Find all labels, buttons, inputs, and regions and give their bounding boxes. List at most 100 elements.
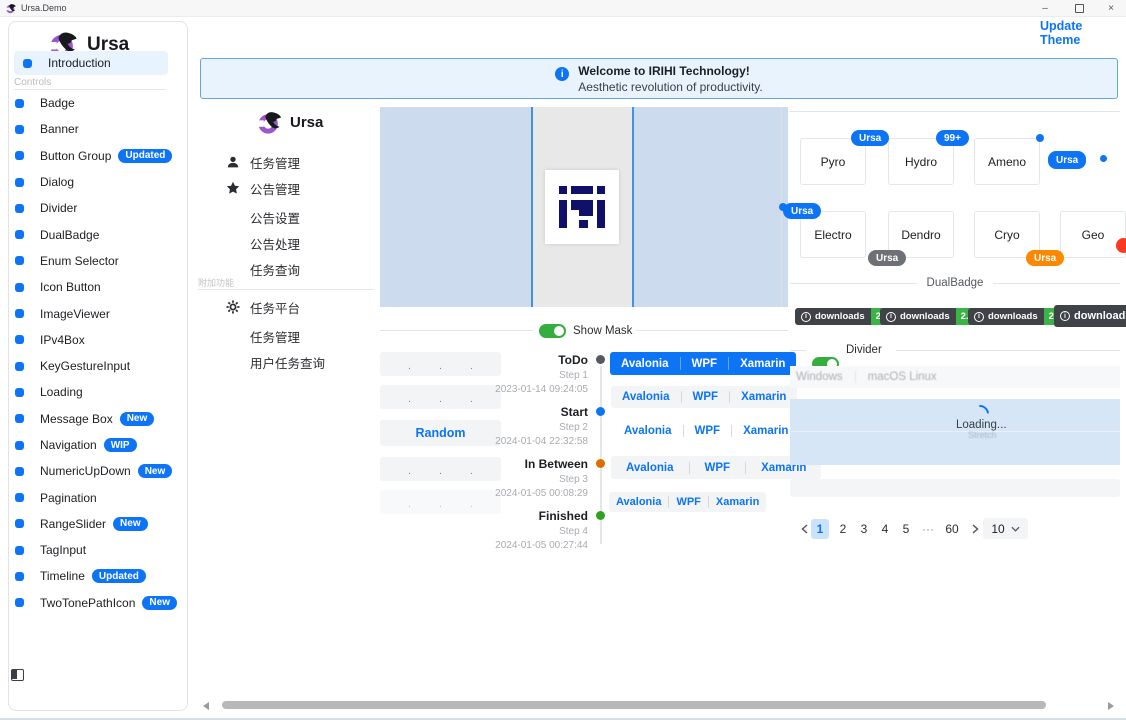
sidebar-item-navigation[interactable]: NavigationWIP [6, 432, 176, 458]
user-icon [226, 155, 240, 169]
show-mask-toggle[interactable] [539, 324, 566, 338]
card-label: Ameno [988, 155, 1026, 169]
sidebar-item-label: TwoTonePathIcon [40, 596, 135, 610]
nav-group-task-management[interactable]: 任务管理 [226, 154, 376, 170]
sidebar-item-ipv4box[interactable]: IPv4Box [6, 327, 176, 353]
ipv4-input[interactable]: ... [380, 385, 501, 409]
nav-item-user-task-query[interactable]: 用户任务查询 [250, 353, 325, 372]
pagination-page-4[interactable]: 4 [876, 519, 894, 539]
button-group-soft: Avalonia WPF Xamarin [611, 386, 797, 408]
wpf-button[interactable]: WPF [684, 425, 732, 437]
nav-item-task-query[interactable]: 任务查询 [250, 260, 300, 279]
viewer-mask-edge-right[interactable] [632, 107, 634, 307]
sidebar-item-message-box[interactable]: Message BoxNew [6, 406, 176, 432]
nav-group-task-platform[interactable]: 任务平台 [226, 299, 376, 315]
ipv4-input[interactable]: ... [380, 457, 501, 481]
pagination-page-60[interactable]: 60 [941, 519, 963, 539]
timeline-dot [596, 355, 605, 364]
scroll-right-arrow[interactable] [1108, 702, 1114, 710]
sidebar-item-timeline[interactable]: Timeline Updated [6, 563, 176, 589]
status-badge: New [120, 412, 155, 426]
nav-item-announcement-settings[interactable]: 公告设置 [250, 208, 300, 227]
avalonia-button[interactable]: Avalonia [611, 391, 681, 403]
info-icon: i [1060, 311, 1070, 321]
sidebar-item-loading[interactable]: Loading [6, 379, 176, 405]
bullet-icon [15, 125, 24, 134]
timeline-title: Start [561, 405, 588, 419]
pagination-next[interactable] [966, 519, 984, 539]
pagination-page-1[interactable]: 1 [811, 519, 829, 539]
sidebar-item-icon-button[interactable]: Icon Button [6, 274, 176, 300]
close-button[interactable]: × [1100, 1, 1122, 15]
pagination-page-3[interactable]: 3 [855, 519, 873, 539]
avalonia-button[interactable]: Avalonia [611, 462, 689, 474]
nav-group-announcement[interactable]: 公告管理 [226, 180, 376, 196]
sidebar-item-dialog[interactable]: Dialog [6, 169, 176, 195]
badge-card-geo: Geo [1060, 211, 1126, 258]
avalonia-button[interactable]: Avalonia [610, 358, 680, 370]
chevron-left-icon [801, 524, 808, 534]
info-icon: i [974, 312, 984, 322]
random-button[interactable]: Random [380, 420, 501, 446]
wpf-button[interactable]: WPF [669, 496, 707, 508]
bullet-icon [15, 572, 24, 581]
timeline-step: Step 1 [559, 370, 588, 381]
ipv4-input[interactable]: ... [380, 352, 501, 376]
tab-macos-linux[interactable]: macOS Linux [868, 371, 937, 383]
sidebar-item-label: Icon Button [40, 280, 101, 294]
status-badge: Updated [92, 569, 146, 583]
button-group-solid: Avalonia WPF Xamarin [610, 352, 796, 375]
status-badge: New [113, 517, 148, 531]
sidebar-item-label: Banner [40, 122, 79, 136]
pagination-ellipsis: ··· [919, 519, 937, 539]
xamarin-button[interactable]: Xamarin [730, 391, 797, 403]
avalonia-button[interactable]: Avalonia [613, 425, 683, 437]
sidebar-item-pagination[interactable]: Pagination [6, 484, 176, 510]
sidebar-item-rangeslider[interactable]: RangeSliderNew [6, 511, 176, 537]
tab-separator [855, 371, 856, 383]
sidebar-item-button-group[interactable]: Button GroupUpdated [6, 143, 176, 169]
pagination-page-2[interactable]: 2 [834, 519, 852, 539]
page-size-select[interactable]: 10 [983, 518, 1028, 539]
sidebar-item-introduction[interactable]: Introduction [14, 51, 168, 75]
sidebar-item-banner[interactable]: Banner [6, 116, 176, 142]
sidebar-item-numericupdown[interactable]: NumericUpDownNew [6, 458, 176, 484]
viewer-mask-edge-left[interactable] [531, 107, 533, 307]
minimize-button[interactable]: – [1034, 1, 1056, 15]
wpf-button[interactable]: WPF [682, 391, 730, 403]
scroll-left-arrow[interactable] [203, 702, 209, 710]
nav-item-task-management[interactable]: 任务管理 [250, 327, 300, 346]
timeline-time: 2024-01-04 22:32:58 [495, 436, 588, 447]
nav-section-label: 附加功能 [198, 276, 234, 289]
status-badge: New [138, 464, 173, 478]
count-badge: 99+ [936, 130, 969, 146]
horizontal-scrollbar-thumb[interactable] [222, 701, 1046, 709]
sidebar-item-enum-selector[interactable]: Enum Selector [6, 248, 176, 274]
bullet-icon [15, 388, 24, 397]
tab-windows[interactable]: Windows [796, 371, 843, 383]
nav-item-announcement-process[interactable]: 公告处理 [250, 234, 300, 253]
dualbadge-label: downloads [988, 311, 1038, 322]
ursa-badge: Ursa [783, 203, 821, 219]
viewer-mask-left [380, 107, 531, 307]
wpf-button[interactable]: WPF [681, 358, 729, 370]
bullet-icon [15, 178, 24, 187]
wpf-button[interactable]: WPF [690, 462, 746, 474]
sidebar-item-divider[interactable]: Divider [6, 195, 176, 221]
sidebar-item-imageviewer[interactable]: ImageViewer [6, 300, 176, 326]
update-theme-button[interactable]: Update Theme [1040, 19, 1126, 47]
sidebar-item-dualbadge[interactable]: DualBadge [6, 221, 176, 247]
sidebar-item-badge[interactable]: Badge [6, 90, 176, 116]
xamarin-button[interactable]: Xamarin [729, 358, 796, 370]
sidebar-item-taginput[interactable]: TagInput [6, 537, 176, 563]
maximize-button[interactable] [1068, 1, 1090, 15]
timeline-title: ToDo [558, 353, 588, 367]
ursa-standalone-badge: Ursa [1048, 151, 1086, 169]
sidebar-collapse-icon[interactable] [11, 669, 24, 681]
sidebar-item-twotonepathicon[interactable]: TwoTonePathIconNew [6, 590, 176, 616]
sidebar-item-label: Timeline [40, 569, 85, 583]
sidebar-item-keygestureinput[interactable]: KeyGestureInput [6, 353, 176, 379]
avalonia-button[interactable]: Avalonia [609, 496, 668, 508]
xamarin-button[interactable]: Xamarin [709, 496, 766, 508]
pagination-page-5[interactable]: 5 [897, 519, 915, 539]
